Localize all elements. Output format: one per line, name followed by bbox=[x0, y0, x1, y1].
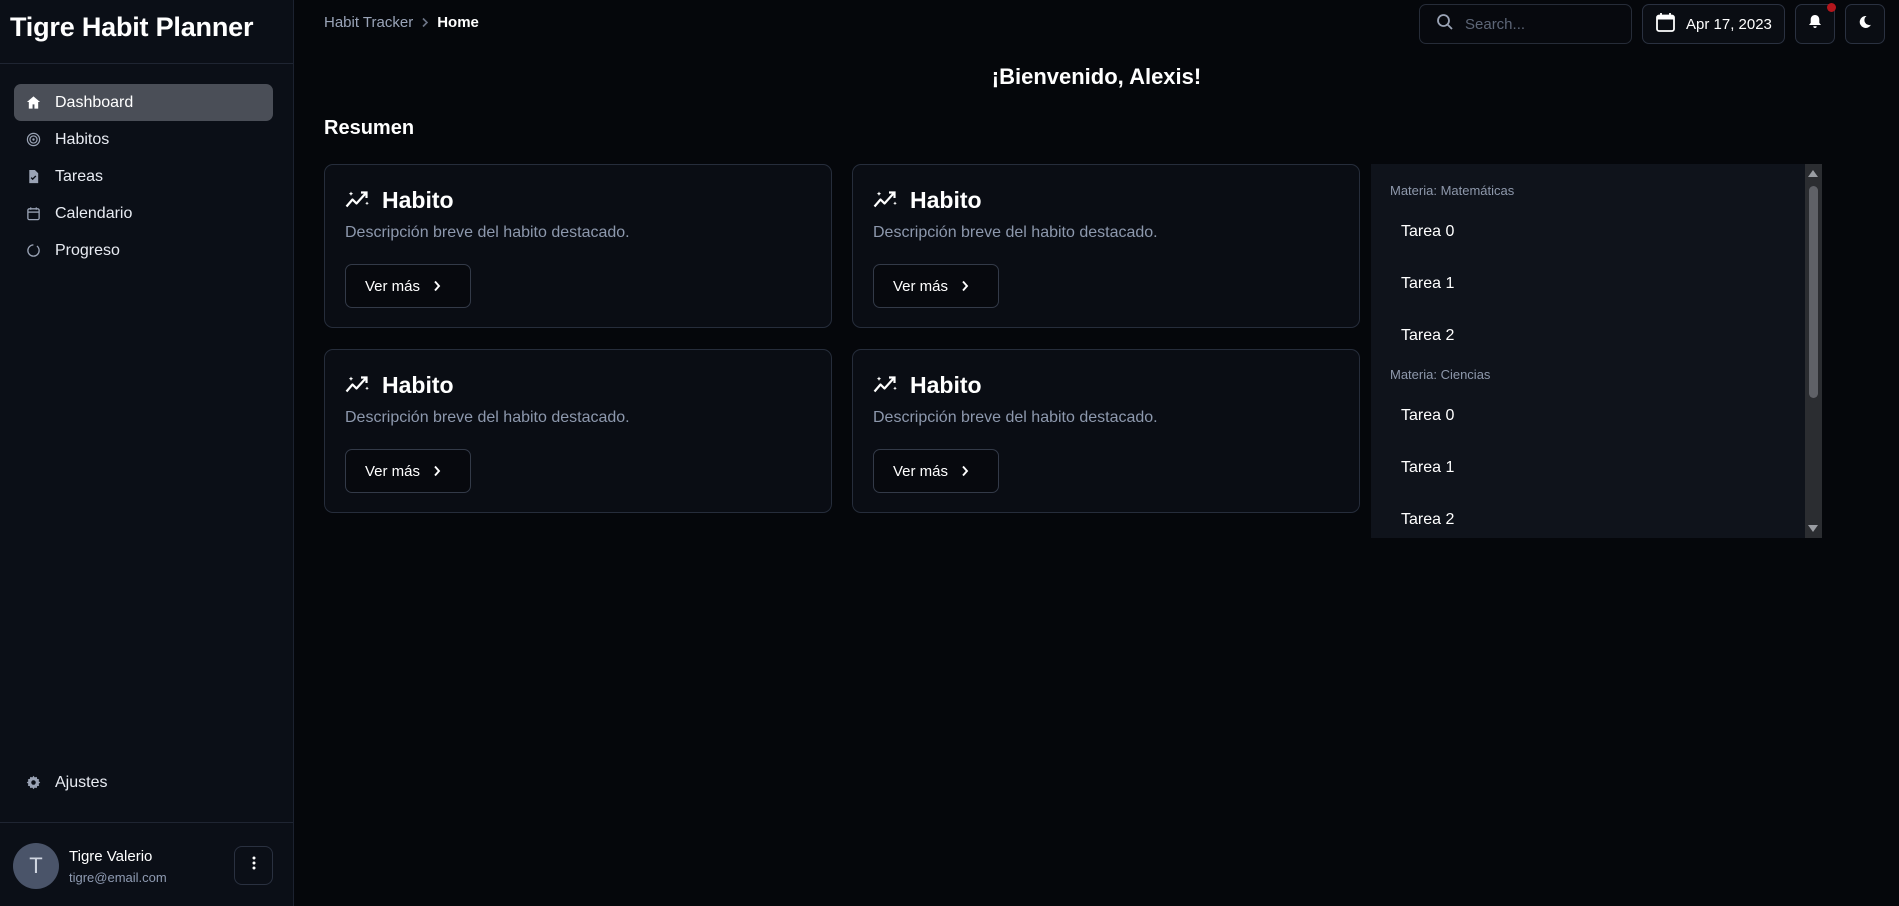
button-label: Ver más bbox=[365, 277, 421, 295]
app-title: Tigre Habit Planner bbox=[10, 12, 254, 42]
card-title: Habito bbox=[382, 187, 454, 213]
task-list-panel: Materia: Matemáticas Tarea 0 Tarea 1 Tar… bbox=[1371, 164, 1822, 538]
chevron-right-icon bbox=[433, 465, 441, 477]
chevron-right-icon bbox=[421, 17, 429, 28]
user-name: Tigre Valerio bbox=[69, 847, 153, 865]
search-input[interactable] bbox=[1465, 15, 1625, 33]
chevron-right-icon bbox=[433, 280, 441, 292]
progress-icon bbox=[25, 242, 42, 259]
divider bbox=[0, 822, 293, 823]
button-label: Ver más bbox=[893, 462, 949, 480]
notification-dot bbox=[1827, 3, 1836, 12]
theme-toggle-button[interactable] bbox=[1845, 4, 1885, 44]
sidebar-nav: Dashboard Habitos Tareas Calendario Prog… bbox=[14, 84, 273, 269]
sidebar-item-label: Progreso bbox=[55, 241, 120, 259]
habit-card: Habito Descripción breve del habito dest… bbox=[324, 164, 832, 328]
user-profile: T Tigre Valerio tigre@email.com bbox=[13, 843, 167, 889]
subject-header: Materia: Matemáticas bbox=[1390, 183, 1515, 198]
sidebar-item-dashboard[interactable]: Dashboard bbox=[14, 84, 273, 121]
divider bbox=[0, 63, 293, 64]
view-more-button[interactable]: Ver más bbox=[873, 449, 999, 493]
button-label: Ver más bbox=[893, 277, 949, 295]
sidebar-item-ajustes[interactable]: Ajustes bbox=[14, 764, 273, 801]
scroll-down-arrow-icon[interactable] bbox=[1808, 525, 1818, 532]
notifications-button[interactable] bbox=[1795, 3, 1836, 44]
settings-section: Ajustes bbox=[14, 764, 273, 801]
trending-up-icon bbox=[873, 187, 899, 214]
task-item[interactable]: Tarea 2 bbox=[1371, 310, 1804, 362]
subject-header: Materia: Ciencias bbox=[1390, 367, 1491, 382]
scrollbar-thumb[interactable] bbox=[1809, 186, 1818, 398]
gear-icon bbox=[25, 774, 42, 791]
user-email: tigre@email.com bbox=[69, 869, 167, 885]
sidebar-item-label: Habitos bbox=[55, 130, 110, 148]
habit-card: Habito Descripción breve del habito dest… bbox=[324, 349, 832, 513]
more-vertical-icon bbox=[252, 856, 256, 875]
user-menu-button[interactable] bbox=[234, 846, 273, 885]
trending-up-icon bbox=[873, 372, 899, 399]
home-icon bbox=[25, 94, 42, 111]
task-item[interactable]: Tarea 0 bbox=[1371, 206, 1804, 258]
sidebar-item-tareas[interactable]: Tareas bbox=[14, 158, 273, 195]
sidebar-item-label: Calendario bbox=[55, 204, 133, 222]
habit-card: Habito Descripción breve del habito dest… bbox=[852, 349, 1360, 513]
task-list: Materia: Matemáticas Tarea 0 Tarea 1 Tar… bbox=[1371, 164, 1804, 538]
card-title: Habito bbox=[910, 372, 982, 398]
breadcrumb: Habit Tracker Home bbox=[324, 14, 479, 31]
trending-up-icon bbox=[345, 187, 371, 214]
card-title: Habito bbox=[382, 372, 454, 398]
target-icon bbox=[25, 131, 42, 148]
moon-icon bbox=[1858, 15, 1872, 34]
sidebar-item-habitos[interactable]: Habitos bbox=[14, 121, 273, 158]
sidebar-item-label: Ajustes bbox=[55, 773, 108, 791]
section-title: Resumen bbox=[324, 117, 415, 139]
scroll-up-arrow-icon[interactable] bbox=[1808, 170, 1818, 177]
sidebar-item-calendario[interactable]: Calendario bbox=[14, 195, 273, 232]
button-label: Ver más bbox=[365, 462, 421, 480]
date-picker-button[interactable]: Apr 17, 2023 bbox=[1642, 4, 1785, 44]
scrollbar[interactable] bbox=[1805, 164, 1822, 538]
calendar-icon bbox=[25, 205, 42, 222]
chevron-right-icon bbox=[961, 280, 969, 292]
sidebar-item-label: Dashboard bbox=[55, 93, 134, 111]
search-icon bbox=[1436, 13, 1454, 36]
trending-up-icon bbox=[345, 372, 371, 399]
view-more-button[interactable]: Ver más bbox=[345, 449, 471, 493]
habit-card: Habito Descripción breve del habito dest… bbox=[852, 164, 1360, 328]
card-description: Descripción breve del habito destacado. bbox=[873, 224, 1158, 241]
welcome-heading: ¡Bienvenido, Alexis! bbox=[991, 64, 1202, 89]
chevron-right-icon bbox=[961, 465, 969, 477]
avatar: T bbox=[13, 843, 59, 889]
date-label: Apr 17, 2023 bbox=[1686, 15, 1772, 33]
clipboard-icon bbox=[25, 168, 42, 185]
card-description: Descripción breve del habito destacado. bbox=[345, 409, 630, 426]
card-description: Descripción breve del habito destacado. bbox=[345, 224, 630, 241]
task-item[interactable]: Tarea 1 bbox=[1371, 258, 1804, 310]
view-more-button[interactable]: Ver más bbox=[873, 264, 999, 308]
task-item[interactable]: Tarea 2 bbox=[1371, 494, 1804, 538]
breadcrumb-parent[interactable]: Habit Tracker bbox=[324, 14, 413, 31]
sidebar: Tigre Habit Planner Dashboard Habitos Ta… bbox=[0, 0, 294, 906]
calendar-icon bbox=[1655, 12, 1676, 37]
card-description: Descripción breve del habito destacado. bbox=[873, 409, 1158, 426]
task-item[interactable]: Tarea 1 bbox=[1371, 442, 1804, 494]
sidebar-item-label: Tareas bbox=[55, 167, 104, 185]
task-item[interactable]: Tarea 0 bbox=[1371, 390, 1804, 442]
bell-icon bbox=[1808, 14, 1822, 34]
breadcrumb-current: Home bbox=[437, 14, 479, 31]
view-more-button[interactable]: Ver más bbox=[345, 264, 471, 308]
sidebar-item-progreso[interactable]: Progreso bbox=[14, 232, 273, 269]
card-title: Habito bbox=[910, 187, 982, 213]
search-box bbox=[1419, 4, 1632, 44]
